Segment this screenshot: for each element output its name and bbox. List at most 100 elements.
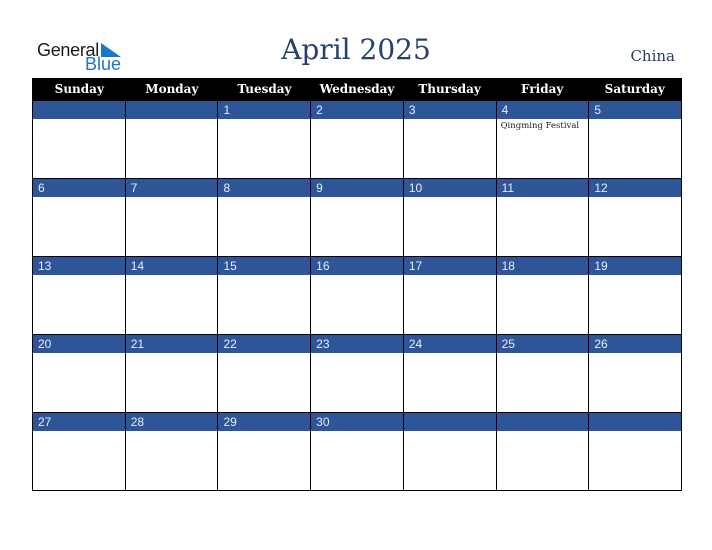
day-number: 16 — [311, 257, 403, 275]
day-event — [33, 431, 125, 490]
day-number: 21 — [125, 335, 218, 353]
day-cell: 18 — [495, 257, 589, 334]
day-event — [589, 119, 681, 178]
week-row: 27 28 29 30 — [33, 412, 682, 490]
day-event — [589, 197, 681, 256]
day-event — [404, 275, 496, 334]
day-event — [404, 353, 496, 412]
day-event — [218, 197, 310, 256]
country-label: China — [630, 47, 675, 65]
day-number: 6 — [33, 179, 125, 197]
day-cell: 26 — [588, 335, 682, 412]
day-number: 14 — [125, 257, 218, 275]
day-cell: 9 — [310, 179, 403, 256]
day-number: 30 — [311, 413, 403, 431]
day-number: 26 — [589, 335, 682, 353]
day-event — [126, 353, 218, 412]
day-cell: 8 — [217, 179, 311, 256]
day-event — [126, 119, 218, 178]
day-cell: 4 Qingming Festival — [495, 101, 589, 178]
day-event — [311, 197, 403, 256]
day-cell: 10 — [402, 179, 496, 256]
day-number: 5 — [589, 101, 682, 119]
day-cell: 3 — [402, 101, 496, 178]
day-number: 8 — [218, 179, 311, 197]
day-number: 27 — [33, 413, 125, 431]
day-event — [126, 275, 218, 334]
day-cell — [588, 413, 682, 490]
weekday-tuesday: Tuesday — [237, 82, 292, 96]
day-event — [404, 431, 496, 490]
weekday-saturday: Saturday — [604, 82, 665, 96]
day-event: Qingming Festival — [500, 121, 580, 131]
month-title: April 2025 — [281, 33, 431, 66]
weekday-friday: Friday — [521, 82, 564, 96]
day-event — [218, 431, 310, 490]
day-event — [311, 119, 403, 178]
day-event — [497, 431, 589, 490]
day-number: 24 — [403, 335, 496, 353]
day-number: 7 — [125, 179, 218, 197]
day-number: 17 — [403, 257, 496, 275]
day-event — [218, 275, 310, 334]
day-cell: 11 — [495, 179, 589, 256]
day-number: 13 — [33, 257, 125, 275]
week-row: 6 7 8 9 10 11 12 — [33, 178, 682, 256]
day-cell: 25 — [495, 335, 589, 412]
day-cell: 6 — [33, 179, 125, 256]
day-number: 1 — [218, 101, 311, 119]
week-row: 13 14 15 16 17 18 19 — [33, 256, 682, 334]
day-event — [126, 197, 218, 256]
day-number: 11 — [496, 179, 589, 197]
day-number: 23 — [311, 335, 403, 353]
day-number: 28 — [125, 413, 218, 431]
day-number: 15 — [218, 257, 311, 275]
day-number — [33, 101, 125, 119]
day-number: 25 — [496, 335, 589, 353]
day-cell: 19 — [588, 257, 682, 334]
day-number — [496, 413, 589, 431]
day-event — [589, 353, 681, 412]
day-cell: 1 — [217, 101, 311, 178]
day-cell: 20 — [33, 335, 125, 412]
day-event — [33, 275, 125, 334]
day-event — [218, 353, 310, 412]
day-event — [33, 197, 125, 256]
day-cell: 30 — [310, 413, 403, 490]
day-cell: 23 — [310, 335, 403, 412]
day-cell — [124, 101, 218, 178]
day-event — [589, 431, 681, 490]
weekday-thursday: Thursday — [418, 82, 481, 96]
day-cell: 28 — [124, 413, 218, 490]
day-number: 19 — [589, 257, 682, 275]
day-cell: 21 — [124, 335, 218, 412]
day-number — [403, 413, 496, 431]
day-number — [125, 101, 218, 119]
week-row: 20 21 22 23 24 25 26 — [33, 334, 682, 412]
calendar-grid: Sunday Monday Tuesday Wednesday Thursday… — [32, 78, 682, 491]
day-event — [497, 197, 589, 256]
day-cell: 15 — [217, 257, 311, 334]
day-event — [33, 119, 125, 178]
day-event — [497, 275, 589, 334]
day-cell: 22 — [217, 335, 311, 412]
day-event — [218, 119, 310, 178]
day-number — [589, 413, 682, 431]
day-number: 20 — [33, 335, 125, 353]
day-cell: 14 — [124, 257, 218, 334]
day-event — [589, 275, 681, 334]
day-cell: 29 — [217, 413, 311, 490]
day-event — [404, 119, 496, 178]
day-cell: 13 — [33, 257, 125, 334]
day-event — [404, 197, 496, 256]
day-number: 22 — [218, 335, 311, 353]
day-cell: 24 — [402, 335, 496, 412]
day-cell — [33, 101, 125, 178]
day-cell — [402, 413, 496, 490]
day-number: 10 — [403, 179, 496, 197]
weekday-monday: Monday — [145, 82, 199, 96]
day-cell: 16 — [310, 257, 403, 334]
day-number: 29 — [218, 413, 311, 431]
day-number: 2 — [311, 101, 403, 119]
day-cell: 27 — [33, 413, 125, 490]
